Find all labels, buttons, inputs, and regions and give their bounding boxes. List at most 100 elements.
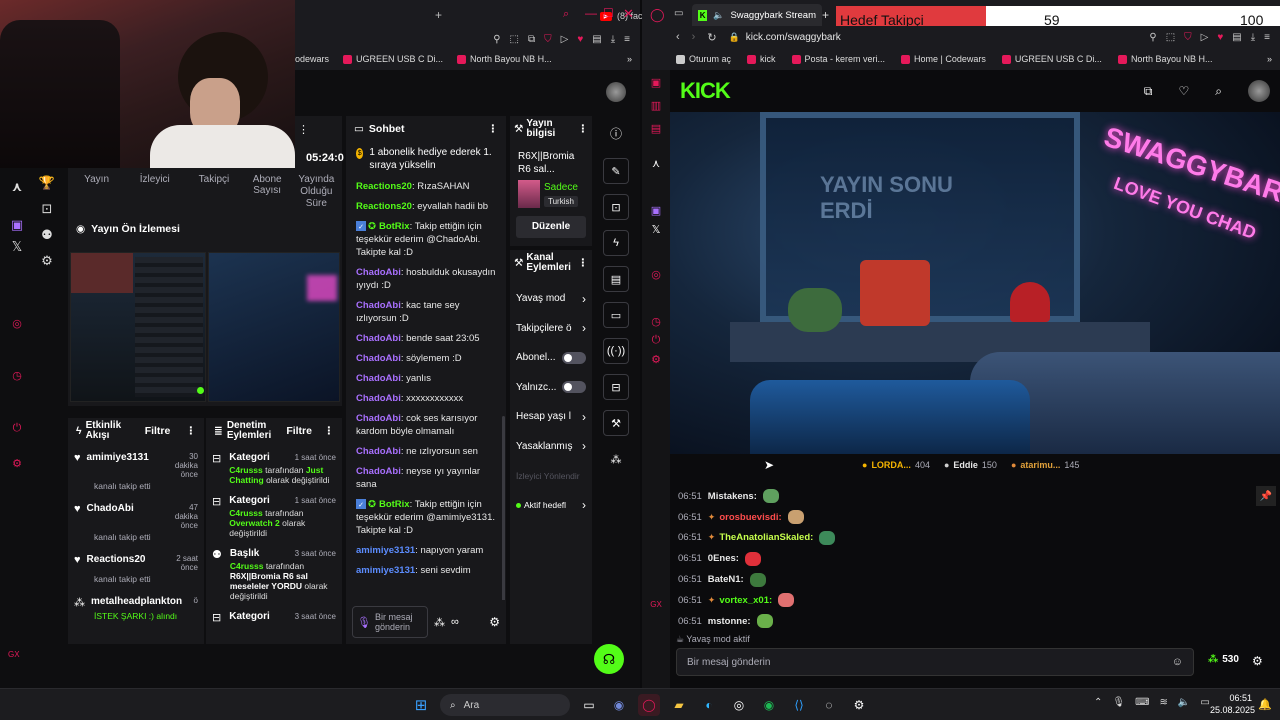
clock-icon[interactable]: ◷ xyxy=(642,315,670,328)
pin-icon[interactable]: 📌 xyxy=(1256,486,1276,506)
task-view-icon[interactable]: ▭ xyxy=(578,694,600,716)
opera-gx-icon[interactable]: ◯ xyxy=(638,694,660,716)
battery-icon[interactable]: ▭ xyxy=(1200,697,1209,708)
download-icon[interactable]: ⤓ xyxy=(1251,32,1255,43)
spotify-icon[interactable]: ◉ xyxy=(758,694,780,716)
new-tab-icon[interactable]: + xyxy=(822,8,829,22)
menu-icon[interactable]: ≡ xyxy=(624,34,630,45)
wrench-icon[interactable]: ⚒ xyxy=(603,410,629,436)
help-button[interactable]: ☊ xyxy=(594,644,624,674)
bookmark-item[interactable]: UGREEN USB C Di... xyxy=(1001,54,1102,64)
screenshot-icon[interactable]: ⬚ xyxy=(1166,32,1175,43)
microphone-icon[interactable]: 🎙 xyxy=(1112,697,1125,708)
chat-scrollbar[interactable] xyxy=(502,416,505,616)
more-icon[interactable]: ⋮ xyxy=(298,123,309,136)
kick-chat-message[interactable]: 06:51 0Enes: xyxy=(678,548,1238,569)
bookmark-item[interactable]: kick xyxy=(747,54,776,64)
edge-icon[interactable]: ◐ xyxy=(698,694,720,716)
more-icon[interactable]: ⋮ xyxy=(578,257,589,269)
sidebar-icon[interactable]: ▤ xyxy=(642,122,670,135)
chat-username[interactable]: ChadoAbi xyxy=(356,446,401,457)
chat-username[interactable]: Reactions20 xyxy=(356,201,412,212)
clock[interactable]: 06:51 25.08.2025 xyxy=(1210,692,1255,716)
kick-chat-message[interactable]: 06:51 ✦ TheAnatolianSkaled: xyxy=(678,528,1238,549)
wifi-icon[interactable]: ≋ xyxy=(1160,697,1168,708)
channel-action-item[interactable]: Takipçilere ö › xyxy=(516,314,586,344)
kick-k-icon[interactable]: ⋏ xyxy=(642,157,670,170)
sidebar-icon[interactable]: ▥ xyxy=(642,99,670,112)
lightning-icon[interactable]: ϟ xyxy=(603,230,629,256)
volume-icon[interactable]: 🔈 xyxy=(1178,697,1190,708)
back-icon[interactable]: ‹ xyxy=(676,31,680,43)
right-active-tab[interactable]: K 🔈 Swaggybark Stream xyxy=(692,4,822,26)
power-icon[interactable]: ⏻ xyxy=(642,334,670,347)
discord-icon[interactable]: ◉ xyxy=(608,694,630,716)
settings-icon[interactable]: ⚙ xyxy=(848,694,870,716)
layout-icon[interactable]: ⊟ xyxy=(603,374,629,400)
kick-chat-message[interactable]: 06:51 Mistakens: xyxy=(678,486,1238,507)
search-icon[interactable]: ⌕ xyxy=(1215,84,1222,99)
activity-item[interactable]: ♥ ChadoAbi 47 dakika önce kanalı takip etti xyxy=(74,503,198,542)
chat-username[interactable]: vortex_x01: xyxy=(719,595,772,606)
chat-username[interactable]: Reactions20 xyxy=(356,181,412,192)
chat-message[interactable]: amimiye3131: seni sevdim xyxy=(356,564,498,577)
chat-username[interactable]: 0Enes: xyxy=(708,553,739,564)
chat-username[interactable]: BotRix xyxy=(379,221,410,232)
gear-icon[interactable]: ⚙ xyxy=(642,353,670,366)
wallet-icon[interactable]: ▤ xyxy=(1232,32,1241,43)
chat-message[interactable]: Reactions20: eyvallah hadii bb xyxy=(356,200,498,213)
microphone-icon[interactable]: 🎙 xyxy=(357,616,371,629)
document-icon[interactable]: ▤ xyxy=(603,266,629,292)
kick-chat-input[interactable]: Bir mesaj gönderin ☺ xyxy=(676,648,1194,676)
shield-icon[interactable]: ⛉ xyxy=(544,34,552,45)
speaker-icon[interactable]: 🔈 xyxy=(713,10,724,21)
points-icon[interactable]: ⁂ xyxy=(434,616,445,629)
chat-username[interactable]: ChadoAbi xyxy=(356,267,401,278)
chat-username[interactable]: BateN1: xyxy=(708,574,744,585)
emoji-icon[interactable]: ☺ xyxy=(1172,656,1183,668)
chat-username[interactable]: Mistakens: xyxy=(708,491,757,502)
channel-action-item[interactable]: Yavaş mod › xyxy=(516,284,586,314)
moderation-item[interactable]: ⊟ Kategori 3 saat önce xyxy=(212,611,336,624)
chevron-up-icon[interactable]: ⌃ xyxy=(1094,697,1102,708)
clips-icon[interactable]: ⧉ xyxy=(1144,84,1153,99)
channel-action-item[interactable]: Yasaklanmış › xyxy=(516,432,586,462)
screenshot-icon[interactable]: ⬚ xyxy=(510,34,519,45)
activity-item[interactable]: ⁂ metalheadplankton ö İSTEK ŞARKI :) alındı xyxy=(74,596,198,621)
moderation-filter[interactable]: Filtre xyxy=(286,425,312,437)
opera-icon[interactable]: ◯ xyxy=(650,7,665,23)
chat-message[interactable]: ChadoAbi: söylemem :D xyxy=(356,352,498,365)
chat-message[interactable]: ChadoAbi: kac tane sey ızlıyorsun :D xyxy=(356,299,498,325)
broadcast-icon[interactable]: ((·)) xyxy=(603,338,629,364)
gifter-item[interactable]: ● LORDA... 404 xyxy=(862,460,930,470)
chat-username[interactable]: mstonne: xyxy=(708,616,751,627)
users-icon[interactable]: ⚉ xyxy=(34,222,60,248)
more-icon[interactable]: ⋮ xyxy=(488,123,499,135)
toggle-switch[interactable] xyxy=(562,381,586,394)
chat-username[interactable]: ChadoAbi xyxy=(356,353,401,364)
circle-icon[interactable]: ◎ xyxy=(4,298,30,350)
channel-action-item[interactable]: Hesap yaşı l › xyxy=(516,402,586,432)
more-icon[interactable]: ⋮ xyxy=(323,425,334,437)
kick-chat-message[interactable]: 06:51 mstonne: xyxy=(678,611,1238,632)
activity-filter[interactable]: Filtre xyxy=(145,425,171,437)
kick-chat-message[interactable]: 06:51 ✦ vortex_x01: xyxy=(678,590,1238,611)
obs-icon[interactable]: ◎ xyxy=(728,694,750,716)
keyboard-icon[interactable]: ⌨ xyxy=(1135,697,1149,708)
extension-icon[interactable]: ⧉ xyxy=(528,34,535,45)
chat-message[interactable]: ChadoAbi: yanlıs xyxy=(356,372,498,385)
chat-username[interactable]: ChadoAbi xyxy=(356,466,401,477)
chat-username[interactable]: ChadoAbi xyxy=(356,373,401,384)
edit-button[interactable]: Düzenle xyxy=(516,216,586,238)
chat-username[interactable]: amimiye3131 xyxy=(356,545,415,556)
moderation-item[interactable]: ⚉ Başlık 3 saat önce C4russs tarafından R6X… xyxy=(212,548,336,601)
maximize-icon[interactable]: ☐ xyxy=(603,6,614,20)
preview-thumb-right[interactable] xyxy=(208,252,340,402)
close-icon[interactable]: ✕ xyxy=(623,6,634,22)
activity-item[interactable]: ♥ amimiye3131 30 dakika önce kanalı takip e… xyxy=(74,452,198,491)
channel-action-item[interactable]: Aktif hedefl › xyxy=(516,491,586,521)
clock-icon[interactable]: ◷ xyxy=(4,350,30,402)
wallet-icon[interactable]: ▤ xyxy=(592,34,601,45)
chat-username[interactable]: ChadoAbi xyxy=(356,413,401,424)
bookmark-icon[interactable]: ⚲ xyxy=(1149,32,1156,43)
